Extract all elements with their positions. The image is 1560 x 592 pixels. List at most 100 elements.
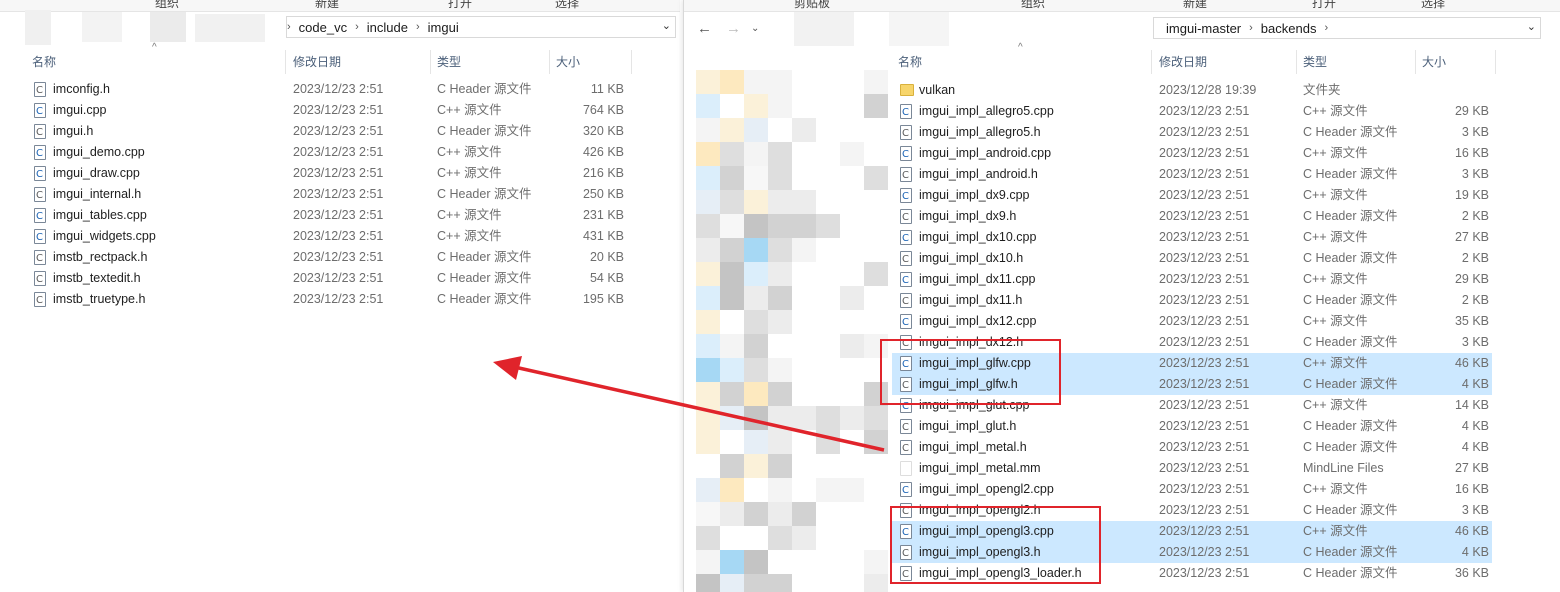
file-row[interactable]: imgui_impl_dx9.cpp 2023/12/23 2:51 C++ 源文件… [892,185,1492,207]
file-row[interactable]: imgui_impl_android.h 2023/12/23 2:51 C Hea… [892,164,1492,186]
file-size: 231 KB [582,208,624,222]
file-row[interactable]: vulkan 2023/12/28 19:39 文件夹 [892,80,1492,101]
file-date: 2023/12/23 2:51 [1159,398,1250,412]
file-size: 19 KB [1454,188,1489,202]
file-row[interactable]: imgui_internal.h 2023/12/23 2:51 C Header … [26,184,626,206]
file-row[interactable]: imgui_impl_allegro5.cpp 2023/12/23 2:51 C+… [892,101,1492,123]
file-row[interactable]: imgui_impl_android.cpp 2023/12/23 2:51 C++… [892,143,1492,165]
chevron-right-icon: › [415,21,420,33]
column-header-type[interactable]: 类型 [431,50,550,74]
file-date: 2023/12/23 2:51 [293,124,384,138]
nav-pane-tile [864,286,888,310]
c-header-file-icon [900,438,912,459]
file-row[interactable]: imgui_widgets.cpp 2023/12/23 2:51 C++ 源文件 4… [26,226,626,248]
nav-pane-tile [864,262,888,286]
back-arrow-icon[interactable]: ← [697,20,712,37]
navigation-pane[interactable] [684,60,888,592]
file-row[interactable]: imgui_impl_opengl2.cpp 2023/12/23 2:51 C++… [892,479,1492,501]
nav-pane-tile [720,454,744,478]
file-row[interactable]: imgui_tables.cpp 2023/12/23 2:51 C++ 源文件 23… [26,205,626,227]
chevron-down-icon[interactable]: ⌄ [662,19,671,32]
file-date: 2023/12/23 2:51 [1159,545,1250,559]
file-type: C Header 源文件 [1303,440,1398,454]
nav-pane-tile [816,334,840,358]
ribbon-group-organize[interactable]: 组织 [1021,0,1045,11]
file-size: 46 KB [1454,524,1489,538]
column-header-date[interactable]: 修改日期 [1153,50,1297,74]
nav-pane-tile [816,286,840,310]
file-row[interactable]: imgui_demo.cpp 2023/12/23 2:51 C++ 源文件 426 … [26,142,626,164]
file-row[interactable]: imgui_impl_metal.mm 2023/12/23 2:51 MindLi… [892,458,1492,479]
file-row[interactable]: imgui_impl_dx10.cpp 2023/12/23 2:51 C++ 源文… [892,227,1492,249]
column-header-name[interactable]: 名称 [892,50,1152,74]
address-bar[interactable]: › code_vc › include › imgui ⌄ [286,16,676,38]
breadcrumb-imgui[interactable]: imgui [428,20,459,35]
file-type: C Header 源文件 [1303,251,1398,265]
file-row[interactable]: imgui_impl_dx11.h 2023/12/23 2:51 C Header… [892,290,1492,312]
file-row[interactable]: imgui_impl_dx12.cpp 2023/12/23 2:51 C++ 源文… [892,311,1492,333]
file-row[interactable]: imstb_textedit.h 2023/12/23 2:51 C Header … [26,268,626,290]
nav-pane-tile [768,166,792,190]
recent-locations-icon[interactable]: ⌄ [751,23,759,34]
file-row[interactable]: imconfig.h 2023/12/23 2:51 C Header 源文件 11 … [26,79,626,101]
file-row[interactable]: imgui_impl_glut.h 2023/12/23 2:51 C Header… [892,416,1492,438]
file-row[interactable]: imgui_impl_allegro5.h 2023/12/23 2:51 C He… [892,122,1492,144]
file-size: 4 KB [1461,419,1489,433]
nav-pane-tile [816,94,840,118]
column-header-date[interactable]: 修改日期 [287,50,431,74]
c-header-file-icon [900,249,912,270]
file-date: 2023/12/23 2:51 [293,187,384,201]
file-size: 20 KB [589,250,624,264]
highlight-box-opengl3 [890,506,1101,584]
breadcrumb-backends[interactable]: backends [1261,21,1317,36]
cpp-file-icon [34,143,46,164]
file-row[interactable]: imgui_impl_dx10.h 2023/12/23 2:51 C Header… [892,248,1492,270]
ribbon-group-new[interactable]: 新建 [1183,0,1207,11]
nav-pane-tile [840,334,864,358]
column-header-type[interactable]: 类型 [1297,50,1416,74]
file-row[interactable]: imstb_truetype.h 2023/12/23 2:51 C Header … [26,289,626,311]
breadcrumb-include[interactable]: include [367,20,408,35]
file-row[interactable]: imgui_impl_dx9.h 2023/12/23 2:51 C Header … [892,206,1492,228]
ribbon-group-open[interactable]: 打开 [448,0,472,11]
address-bar[interactable]: imgui-master › backends › ⌄ [1153,17,1541,39]
file-row[interactable]: imgui_impl_dx11.cpp 2023/12/23 2:51 C++ 源文… [892,269,1492,291]
nav-pane-tile [792,574,816,592]
ribbon-group-open[interactable]: 打开 [1312,0,1336,11]
file-size: 431 KB [582,229,624,243]
ribbon-group-new[interactable]: 新建 [315,0,339,11]
chevron-down-icon[interactable]: ⌄ [1527,20,1536,33]
nav-pane-tile [840,70,864,94]
nav-pane-tile [792,478,816,502]
column-header-name[interactable]: 名称 [26,50,286,74]
nav-pane-tile [792,430,816,454]
cpp-file-icon [900,480,912,501]
cpp-file-icon [900,186,912,207]
file-row[interactable]: imgui.cpp 2023/12/23 2:51 C++ 源文件 764 KB [26,100,626,122]
file-row[interactable]: imgui_draw.cpp 2023/12/23 2:51 C++ 源文件 216 … [26,163,626,185]
file-type: C Header 源文件 [1303,503,1398,517]
breadcrumb-imgui-master[interactable]: imgui-master [1166,21,1241,36]
nav-pane-tile [816,118,840,142]
file-name: imgui_impl_allegro5.h [919,125,1041,139]
nav-pane-tile [696,382,720,406]
ribbon-group-organize[interactable]: 组织 [155,0,179,11]
column-header-size[interactable]: 大小 [550,50,632,74]
forward-arrow-icon[interactable]: → [726,20,741,37]
file-size: 3 KB [1461,503,1489,517]
nav-pane-tile [720,118,744,142]
ribbon-group-select[interactable]: 选择 [1421,0,1445,11]
nav-pane-tile [768,286,792,310]
file-row[interactable]: imgui.h 2023/12/23 2:51 C Header 源文件 320 KB [26,121,626,143]
nav-pane-tile [840,574,864,592]
column-header-size[interactable]: 大小 [1416,50,1496,74]
c-header-file-icon [34,185,46,206]
breadcrumb-code-vc[interactable]: code_vc [299,20,347,35]
file-type: C Header 源文件 [1303,419,1398,433]
ribbon-group-clipboard[interactable]: 剪贴板 [794,0,830,11]
file-date: 2023/12/23 2:51 [1159,335,1250,349]
ribbon-group-select[interactable]: 选择 [555,0,579,11]
file-row[interactable]: imgui_impl_metal.h 2023/12/23 2:51 C Heade… [892,437,1492,459]
file-name: imstb_rectpack.h [53,250,148,264]
file-row[interactable]: imstb_rectpack.h 2023/12/23 2:51 C Header … [26,247,626,269]
